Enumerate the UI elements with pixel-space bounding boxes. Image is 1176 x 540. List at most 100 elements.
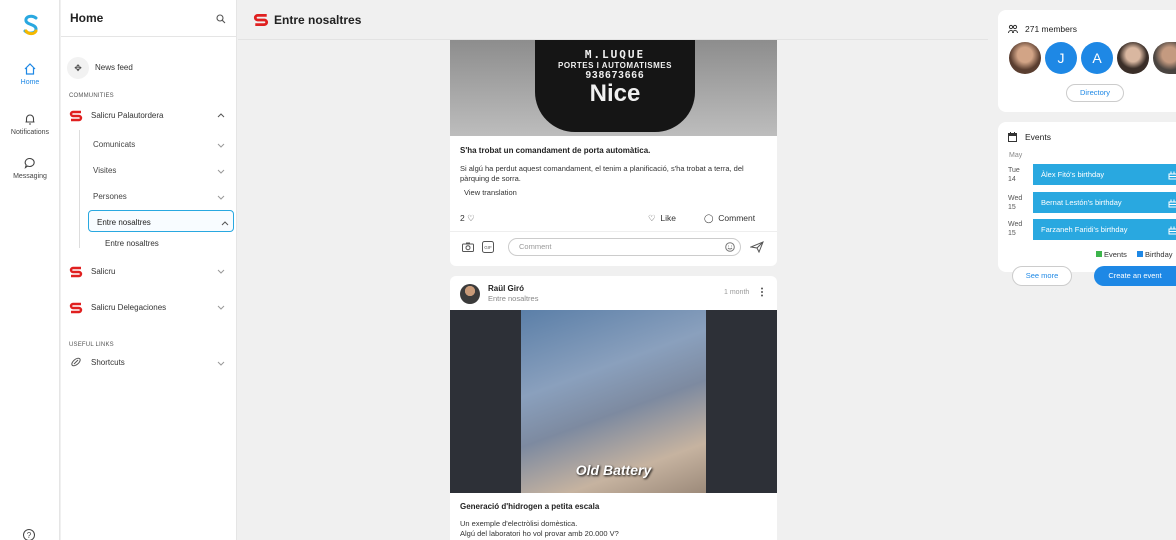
image-text: PORTES I AUTOMATISMES bbox=[558, 61, 672, 70]
subitem-label: Visites bbox=[93, 166, 117, 175]
event-day: 15 bbox=[1008, 230, 1016, 237]
more-options-icon[interactable] bbox=[760, 287, 764, 297]
heart-icon: ♡ bbox=[648, 213, 656, 223]
bell-icon bbox=[25, 114, 35, 125]
event-date: Tue 14 bbox=[1008, 166, 1020, 184]
shortcuts-label: Shortcuts bbox=[91, 358, 125, 367]
camera-icon[interactable] bbox=[462, 242, 474, 252]
news-feed-label: News feed bbox=[95, 63, 133, 72]
comment-icon: ◯ bbox=[704, 213, 714, 223]
event-day: 14 bbox=[1008, 176, 1016, 183]
chevron-down-icon[interactable] bbox=[217, 303, 225, 311]
subitem-persones[interactable]: Persones bbox=[85, 185, 231, 207]
salicru-logo-icon bbox=[69, 110, 83, 122]
salicru-logo-icon bbox=[69, 302, 83, 314]
rail-messaging-label: Messaging bbox=[13, 173, 47, 180]
like-button[interactable]: ♡ Like bbox=[648, 213, 676, 224]
post-card: M.LUQUE PORTES I AUTOMATISMES 938673666 … bbox=[450, 40, 777, 266]
post-community[interactable]: Entre nosaltres bbox=[488, 294, 538, 303]
subitem-visites[interactable]: Visites bbox=[85, 159, 231, 181]
tree-line bbox=[79, 130, 80, 248]
legend-birthday: Birthday bbox=[1137, 250, 1173, 259]
post-title: S'ha trobat un comandament de porta auto… bbox=[460, 146, 651, 155]
rail-notifications[interactable]: Notifications bbox=[0, 112, 60, 136]
news-feed-icon: ✥ bbox=[67, 57, 89, 79]
subitem-comunicats[interactable]: Comunicats bbox=[85, 133, 231, 155]
comment-input[interactable]: Comment bbox=[508, 238, 741, 256]
events-title: Events bbox=[1025, 132, 1051, 142]
community-salicru-palautordera[interactable]: Salicru Palautordera bbox=[69, 108, 231, 124]
member-avatar[interactable] bbox=[1117, 42, 1149, 74]
news-feed-link[interactable]: ✥ News feed bbox=[67, 57, 231, 79]
post-image[interactable]: M.LUQUE PORTES I AUTOMATISMES 938673666 … bbox=[450, 40, 777, 136]
heart-icon: ♡ bbox=[467, 213, 475, 223]
post-title: Generació d'hidrogen a petita escala bbox=[460, 502, 600, 511]
calendar-icon bbox=[1008, 132, 1017, 142]
send-icon[interactable] bbox=[750, 241, 764, 253]
chevron-down-icon[interactable] bbox=[217, 267, 225, 275]
community-label: Salicru bbox=[91, 267, 116, 276]
member-avatar[interactable]: J bbox=[1045, 42, 1077, 74]
subitem-child-entre-nosaltres[interactable]: Entre nosaltres bbox=[105, 239, 159, 248]
image-text: Nice bbox=[589, 80, 641, 107]
chevron-down-icon[interactable] bbox=[217, 359, 225, 367]
event-day: 15 bbox=[1008, 204, 1016, 211]
subitem-entre-nosaltres[interactable]: Entre nosaltres bbox=[88, 210, 234, 232]
chevron-down-icon[interactable] bbox=[217, 141, 225, 149]
likes-count[interactable]: 2 ♡ bbox=[460, 213, 475, 224]
chevron-up-icon[interactable] bbox=[217, 111, 225, 119]
subitem-label: Entre nosaltres bbox=[97, 218, 151, 227]
member-avatar[interactable] bbox=[1153, 42, 1176, 74]
shortcuts-item[interactable]: Shortcuts bbox=[69, 356, 231, 370]
view-translation-link[interactable]: View translation bbox=[464, 188, 517, 197]
birthday-cake-icon bbox=[1168, 199, 1176, 208]
event-dow: Tue bbox=[1008, 167, 1020, 174]
comment-label: Comment bbox=[718, 213, 756, 223]
help-icon[interactable]: ? bbox=[22, 528, 36, 540]
svg-text:?: ? bbox=[27, 531, 32, 540]
birthday-cake-icon bbox=[1168, 171, 1176, 180]
chevron-up-icon[interactable] bbox=[221, 219, 229, 227]
create-event-button[interactable]: Create an event bbox=[1094, 266, 1176, 286]
emoji-icon[interactable] bbox=[725, 242, 735, 252]
rail-messaging[interactable]: Messaging bbox=[0, 156, 60, 180]
nav-panel: Home ✥ News feed COMMUNITIES Salicru Pal… bbox=[61, 0, 237, 540]
community-label: Salicru Delegaciones bbox=[91, 303, 167, 312]
subitem-label: Persones bbox=[93, 192, 127, 201]
comment-button[interactable]: ◯ Comment bbox=[704, 213, 755, 224]
directory-button[interactable]: Directory bbox=[1066, 84, 1124, 102]
members-count: 271 members bbox=[1025, 24, 1077, 34]
birthday-swatch bbox=[1137, 251, 1143, 257]
event-date: Wed 15 bbox=[1008, 220, 1022, 238]
event-label: Farzaneh Faridi's birthday bbox=[1041, 225, 1128, 234]
see-more-button[interactable]: See more bbox=[1012, 266, 1072, 286]
community-salicru[interactable]: Salicru bbox=[69, 264, 231, 280]
chevron-down-icon[interactable] bbox=[217, 167, 225, 175]
search-icon[interactable] bbox=[216, 14, 226, 24]
post-video[interactable]: Old Battery bbox=[450, 310, 777, 493]
event-date: Wed 15 bbox=[1008, 194, 1022, 212]
author-avatar[interactable] bbox=[460, 284, 480, 304]
salicru-logo-icon bbox=[253, 14, 269, 26]
link-icon bbox=[71, 357, 81, 367]
battery-photo: Old Battery bbox=[521, 310, 706, 493]
rail-home[interactable]: Home bbox=[0, 62, 60, 86]
member-avatar[interactable]: A bbox=[1081, 42, 1113, 74]
chevron-down-icon[interactable] bbox=[217, 193, 225, 201]
members-icon bbox=[1008, 24, 1018, 34]
member-avatar[interactable] bbox=[1009, 42, 1041, 74]
chat-icon bbox=[24, 157, 35, 169]
home-icon bbox=[24, 63, 36, 75]
likes-count-value: 2 bbox=[460, 213, 465, 223]
post-author[interactable]: Raül Giró bbox=[488, 284, 524, 293]
app-logo-icon[interactable] bbox=[22, 14, 40, 38]
event-item[interactable]: Farzaneh Faridi's birthday bbox=[1033, 219, 1176, 240]
event-item[interactable]: Àlex Fitó's birthday bbox=[1033, 164, 1176, 185]
community-salicru-delegaciones[interactable]: Salicru Delegaciones bbox=[69, 300, 231, 316]
event-dow: Wed bbox=[1008, 221, 1023, 228]
header-bar: Entre nosaltres bbox=[238, 0, 988, 40]
gif-icon[interactable]: GIF bbox=[482, 241, 494, 253]
event-item[interactable]: Bernat Lestón's birthday bbox=[1033, 192, 1176, 213]
like-label: Like bbox=[660, 213, 676, 223]
event-label: Àlex Fitó's birthday bbox=[1041, 170, 1105, 179]
